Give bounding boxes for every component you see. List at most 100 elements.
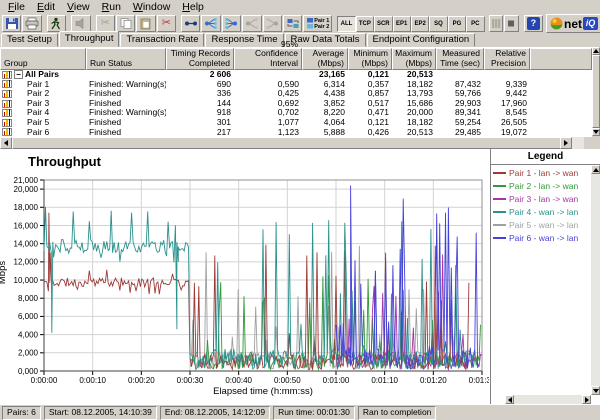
status-pairs: Pairs: 6 xyxy=(2,406,41,420)
measured-time-cell: 29,903 xyxy=(436,99,484,109)
scroll-down-button[interactable] xyxy=(592,128,600,136)
swap-endpoints-button[interactable] xyxy=(283,15,302,32)
help-icon: ? xyxy=(527,17,540,30)
legend-item-pair-5[interactable]: Pair 5 - wan -> lan xyxy=(493,218,589,231)
collapse-expander[interactable]: − xyxy=(14,70,23,79)
add-fan-in-button[interactable] xyxy=(222,15,241,32)
paste-button[interactable] xyxy=(136,15,155,32)
header-run-status[interactable]: Run Status xyxy=(86,48,166,70)
legend-horizontal-scrollbar[interactable] xyxy=(505,395,591,404)
run-status-cell: Finished: Warning(s) xyxy=(86,108,166,118)
cut-button[interactable]: ✂ xyxy=(96,15,115,32)
table-row-pair-1[interactable]: Pair 1 Finished: Warning(s) 690 0,590 6,… xyxy=(0,80,592,90)
header-relative-precision[interactable]: Relative Precision xyxy=(484,48,530,70)
header-filler xyxy=(530,48,592,70)
table-row-all-pairs[interactable]: −All Pairs 2 606 23,165 0,121 20,513 xyxy=(0,70,592,80)
table-row-pair-3[interactable]: Pair 3 Finished 144 0,692 3,852 0,517 15… xyxy=(0,99,592,109)
menu-run[interactable]: Run xyxy=(96,1,127,14)
add-multicast-group-button[interactable] xyxy=(201,15,220,32)
speaker-icon xyxy=(74,17,88,30)
legend-item-pair-4[interactable]: Pair 4 - wan -> lan xyxy=(493,205,589,218)
x-tick-label: 0:00:50 xyxy=(274,376,301,385)
table-vertical-scrollbar[interactable] xyxy=(592,47,600,136)
stop-button[interactable] xyxy=(71,15,90,32)
legend-item-pair-3[interactable]: Pair 3 - lan -> wan xyxy=(493,192,589,205)
header-measured-time[interactable]: Measured Time (sec) xyxy=(436,48,484,70)
menu-bar: File Edit View Run Window Help xyxy=(0,0,600,15)
legend-item-pair-2[interactable]: Pair 2 - lan -> wan xyxy=(493,179,589,192)
run-test-button[interactable] xyxy=(47,15,66,32)
pair-chart-icon xyxy=(2,119,12,127)
scroll-right-button[interactable] xyxy=(582,395,591,404)
legend-item-pair-1[interactable]: Pair 1 - lan -> wan xyxy=(493,166,589,179)
filter-tcp-button[interactable]: TCP xyxy=(356,16,374,32)
table-row-pair-6[interactable]: Pair 6 Finished 217 1,123 5,888 0,426 20… xyxy=(0,128,592,138)
save-button[interactable] xyxy=(2,15,21,32)
menu-file[interactable]: File xyxy=(2,1,31,14)
filter-all-button[interactable]: ALL xyxy=(337,16,355,32)
filter-ep2-button[interactable]: EP2 xyxy=(411,16,429,32)
scroll-up-button[interactable] xyxy=(591,165,600,174)
table-horizontal-scrollbar[interactable] xyxy=(0,137,600,149)
menu-view[interactable]: View xyxy=(61,1,96,14)
scroll-left-button[interactable] xyxy=(0,137,12,149)
stop-run-button[interactable] xyxy=(504,15,519,32)
scroll-left-button[interactable] xyxy=(505,395,514,404)
add-pair-button[interactable] xyxy=(181,15,200,32)
header-minimum[interactable]: Minimum (Mbps) xyxy=(348,48,392,70)
filter-ep1-button[interactable]: EP1 xyxy=(393,16,411,32)
table-row-pair-2[interactable]: Pair 2 Finished 336 0,425 4,438 0,857 13… xyxy=(0,89,592,99)
measured-time-cell xyxy=(436,70,484,80)
scroll-up-button[interactable] xyxy=(592,47,600,55)
columns-button[interactable] xyxy=(489,15,504,32)
swap-pair-order-button[interactable]: Pair 1Pair 2 xyxy=(303,15,332,32)
filter-sq-button[interactable]: SQ xyxy=(429,16,447,32)
table-row-pair-4[interactable]: Pair 4 Finished: Warning(s) 918 0,702 8,… xyxy=(0,108,592,118)
tab-test-setup[interactable]: Test Setup xyxy=(1,33,58,47)
filter-pg-button[interactable]: PG xyxy=(448,16,466,32)
results-table: Group Run Status Timing Records Complete… xyxy=(0,47,592,137)
legend-item-pair-6[interactable]: Pair 6 - wan -> lan xyxy=(493,231,589,244)
header-maximum[interactable]: Maximum (Mbps) xyxy=(392,48,436,70)
save-icon xyxy=(5,17,19,30)
arrow-right-icon xyxy=(585,397,589,403)
menu-help[interactable]: Help xyxy=(176,1,210,14)
scroll-thumb[interactable] xyxy=(592,55,600,128)
tab-endpoint-configuration[interactable]: Endpoint Configuration xyxy=(367,33,476,47)
average-cell: 4,064 xyxy=(302,118,348,128)
edit-pair-button[interactable] xyxy=(242,15,261,32)
print-button[interactable] xyxy=(22,15,41,32)
header-group[interactable]: Group xyxy=(0,48,86,70)
menu-window[interactable]: Window xyxy=(127,1,176,14)
scroll-thumb[interactable] xyxy=(12,137,570,149)
header-timing-records[interactable]: Timing Records Completed xyxy=(166,48,234,70)
legend-line-sample xyxy=(493,172,506,174)
endpoint-pair-icon xyxy=(184,17,198,30)
header-average[interactable]: Average (Mbps) xyxy=(302,48,348,70)
legend-vertical-scrollbar[interactable] xyxy=(591,165,600,395)
clear-button[interactable]: ✂ xyxy=(157,15,176,32)
scroll-down-button[interactable] xyxy=(591,386,600,395)
menu-edit[interactable]: Edit xyxy=(31,1,61,14)
maximum-cell: 20,000 xyxy=(392,108,436,118)
header-confidence-interval[interactable]: 95% Confidence Interval xyxy=(234,48,302,70)
filter-pc-button[interactable]: PC xyxy=(466,16,484,32)
fan-gray-icon xyxy=(265,17,279,30)
help-button[interactable]: ? xyxy=(524,15,543,32)
maximum-cell: 15,686 xyxy=(392,99,436,109)
table-row-pair-5[interactable]: Pair 5 Finished 301 1,077 4,064 0,121 18… xyxy=(0,118,592,128)
y-tick-label: 6,000 xyxy=(18,312,39,321)
legend-label: Pair 5 - wan -> lan xyxy=(509,220,578,230)
tab-transaction-rate[interactable]: Transaction Rate xyxy=(120,33,204,47)
x-tick-label: 0:00:30 xyxy=(177,376,204,385)
filter-scr-button[interactable]: SCR xyxy=(374,16,392,32)
columns-icon xyxy=(491,18,501,29)
replicate-pair-button[interactable] xyxy=(263,15,282,32)
y-tick-label: 14,000 xyxy=(14,239,39,248)
tab-throughput[interactable]: Throughput xyxy=(59,31,120,47)
x-tick-label: 0:01:10 xyxy=(371,376,398,385)
copy-button[interactable] xyxy=(116,15,135,32)
scroll-right-button[interactable] xyxy=(560,137,572,149)
fan-out-gray-icon xyxy=(245,17,259,30)
minimum-cell: 0,357 xyxy=(348,80,392,90)
